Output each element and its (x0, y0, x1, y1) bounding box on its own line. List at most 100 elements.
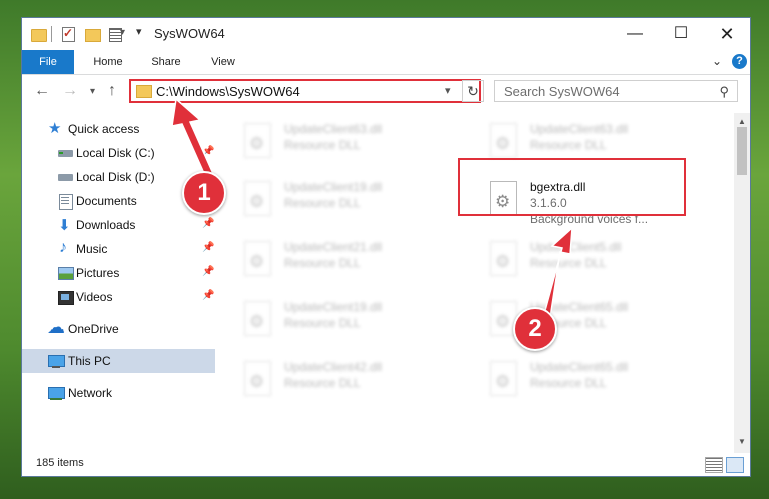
network-icon (48, 386, 65, 400)
vertical-scrollbar[interactable]: ▲ ▼ (734, 113, 750, 453)
dll-file-icon (242, 181, 272, 217)
nav-item-label: Local Disk (C:) (76, 146, 155, 160)
file-name: UpdateClient65.dll (530, 360, 629, 374)
file-type: Resource DLL (284, 316, 361, 330)
file-tile[interactable]: UpdateClient5.dll Resource DLL (484, 237, 714, 289)
item-count: 185 items (36, 457, 84, 469)
search-input[interactable]: Search SysWOW64 ⚲ (494, 80, 738, 102)
nav-item-label: Local Disk (D:) (76, 170, 155, 184)
nav-item-label: This PC (68, 354, 111, 368)
forward-arrow-icon[interactable]: → (62, 82, 78, 100)
pin-icon[interactable]: 📌 (202, 146, 214, 157)
help-icon[interactable]: ? (732, 54, 747, 69)
navigation-pane: Quick access Local Disk (C:) 📌 Local Dis… (22, 113, 217, 453)
window-title: SysWOW64 (154, 26, 225, 41)
details-view-icon[interactable] (705, 457, 723, 473)
file-name: UpdateClient63.dll (284, 122, 383, 136)
up-arrow-icon[interactable]: ↑ (108, 82, 116, 100)
customize-toolbar-chevron-icon[interactable]: ▾ (136, 25, 142, 38)
title-bar: ▾ SysWOW64 — ☐ ✕ (22, 18, 750, 50)
dll-file-icon (488, 123, 518, 159)
nav-item-local-disk-c[interactable]: Local Disk (C:) 📌 (22, 141, 215, 165)
explorer-window: ▾ SysWOW64 — ☐ ✕ File Home Share View ⌄ … (22, 18, 750, 476)
pin-icon[interactable]: 📌 (202, 266, 214, 277)
view-options-icon[interactable] (108, 26, 125, 42)
properties-icon[interactable] (60, 26, 76, 42)
file-type: Resource DLL (284, 138, 361, 152)
tiles-view-icon[interactable] (726, 457, 744, 473)
file-type: Resource DLL (284, 376, 361, 390)
file-name: UpdateClient42.dll (284, 360, 383, 374)
onedrive-icon (47, 317, 65, 338)
file-tile[interactable]: UpdateClient21.dll Resource DLL (238, 237, 468, 289)
dll-file-icon (488, 241, 518, 277)
file-tile[interactable]: UpdateClient42.dll Resource DLL (238, 357, 468, 409)
nav-item-music[interactable]: Music 📌 (22, 237, 215, 261)
search-placeholder: Search SysWOW64 (504, 84, 620, 99)
scroll-thumb[interactable] (737, 127, 747, 175)
nav-item-label: OneDrive (68, 322, 119, 336)
scroll-down-arrow-icon[interactable]: ▼ (738, 437, 746, 446)
nav-item-network[interactable]: Network (22, 381, 215, 405)
star-icon (48, 119, 64, 137)
divider (51, 26, 52, 42)
nav-item-quick-access[interactable]: Quick access (22, 117, 215, 141)
pin-icon[interactable]: 📌 (202, 290, 214, 301)
music-icon (58, 239, 74, 257)
search-icon[interactable]: ⚲ (719, 84, 729, 100)
file-type: Resource DLL (530, 256, 607, 270)
file-type: Resource DLL (284, 256, 361, 270)
dll-file-icon (242, 361, 272, 397)
file-tile[interactable]: UpdateClient63.dll Resource DLL (238, 119, 468, 171)
nav-item-label: Quick access (68, 122, 140, 136)
file-type: Resource DLL (284, 196, 361, 210)
file-name: UpdateClient19.dll (284, 300, 383, 314)
pin-icon[interactable]: 📌 (202, 242, 214, 253)
nav-item-this-pc[interactable]: This PC (22, 349, 215, 373)
file-tile[interactable]: UpdateClient19.dll Resource DLL (238, 297, 468, 349)
pin-icon[interactable]: 📌 (202, 218, 214, 229)
file-name: UpdateClient5.dll (530, 240, 622, 254)
tab-file[interactable]: File (22, 50, 74, 74)
nav-item-label: Pictures (76, 266, 120, 280)
file-name: UpdateClient21.dll (284, 240, 383, 254)
minimize-button[interactable]: — (612, 18, 658, 50)
file-tile[interactable]: UpdateClient19.dll Resource DLL (238, 177, 468, 229)
nav-item-label: Network (68, 386, 113, 400)
address-bar[interactable]: C:\Windows\SysWOW64 ▾ (129, 79, 481, 103)
file-tile[interactable]: UpdateClient65.dll Resource DLL (484, 357, 714, 409)
nav-item-downloads[interactable]: Downloads 📌 (22, 213, 215, 237)
step-1-badge: 1 (182, 171, 226, 215)
pictures-icon (58, 266, 74, 280)
maximize-button[interactable]: ☐ (658, 18, 704, 50)
scroll-up-arrow-icon[interactable]: ▲ (738, 117, 746, 126)
documents-icon (58, 194, 74, 210)
file-name: UpdateClient19.dll (284, 180, 383, 194)
file-type: Resource DLL (530, 138, 607, 152)
tab-home[interactable]: Home (84, 50, 132, 74)
refresh-button[interactable]: ↻ (462, 80, 484, 102)
step-2-badge: 2 (513, 307, 557, 351)
dll-file-icon (242, 301, 272, 337)
recent-locations-chevron-icon[interactable]: ▾ (90, 86, 95, 97)
videos-icon (58, 290, 74, 305)
file-type: Resource DLL (530, 376, 607, 390)
new-folder-icon[interactable] (84, 26, 101, 42)
file-name: UpdateClient63.dll (530, 122, 629, 136)
nav-item-label: Music (76, 242, 108, 256)
close-button[interactable]: ✕ (704, 18, 750, 50)
dll-file-icon (242, 241, 272, 277)
back-arrow-icon[interactable]: ← (34, 82, 50, 100)
tab-view[interactable]: View (200, 50, 246, 74)
drive-icon (58, 146, 74, 160)
downloads-icon (58, 216, 74, 234)
highlight-box (458, 158, 686, 216)
nav-item-onedrive[interactable]: OneDrive (22, 317, 215, 341)
expand-ribbon-chevron-icon[interactable]: ⌄ (712, 54, 722, 68)
tab-share[interactable]: Share (140, 50, 192, 74)
nav-item-pictures[interactable]: Pictures 📌 (22, 261, 215, 285)
address-path[interactable]: C:\Windows\SysWOW64 (156, 84, 300, 99)
address-history-chevron-icon[interactable]: ▾ (445, 84, 451, 97)
ribbon: File Home Share View ⌄ ? (22, 50, 750, 75)
nav-item-videos[interactable]: Videos 📌 (22, 285, 215, 309)
